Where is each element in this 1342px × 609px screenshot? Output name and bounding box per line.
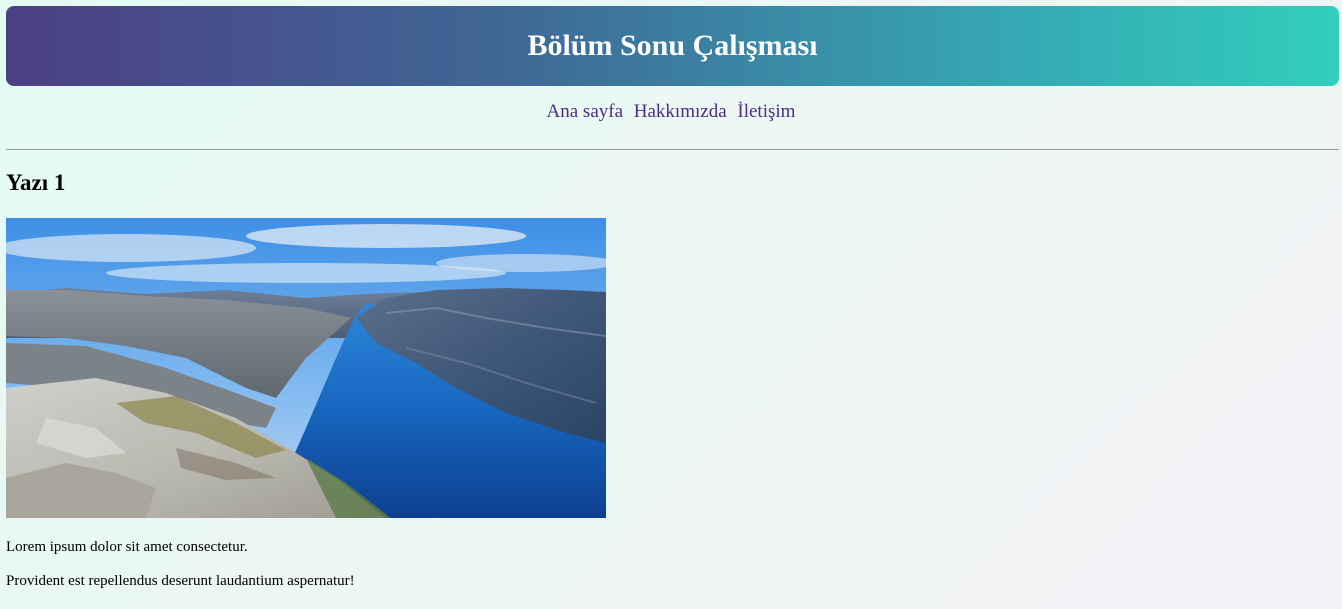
- post-paragraph: Provident est repellendus deserunt lauda…: [6, 573, 355, 589]
- post-title: Yazı 1: [6, 170, 66, 195]
- nav-link-home[interactable]: Ana sayfa: [547, 101, 624, 122]
- post-paragraph: Lorem ipsum dolor sit amet consectetur.: [6, 539, 248, 555]
- main-nav: Ana sayfa Hakkımızda İletişim: [0, 101, 1342, 123]
- page-title: Bölüm Sonu Çalışması: [527, 29, 818, 62]
- page-header: Bölüm Sonu Çalışması: [6, 6, 1339, 86]
- divider: [6, 149, 1339, 150]
- nav-link-contact[interactable]: İletişim: [737, 101, 795, 122]
- nav-link-about[interactable]: Hakkımızda: [634, 101, 727, 122]
- post-image-fjord-landscape: [6, 218, 606, 518]
